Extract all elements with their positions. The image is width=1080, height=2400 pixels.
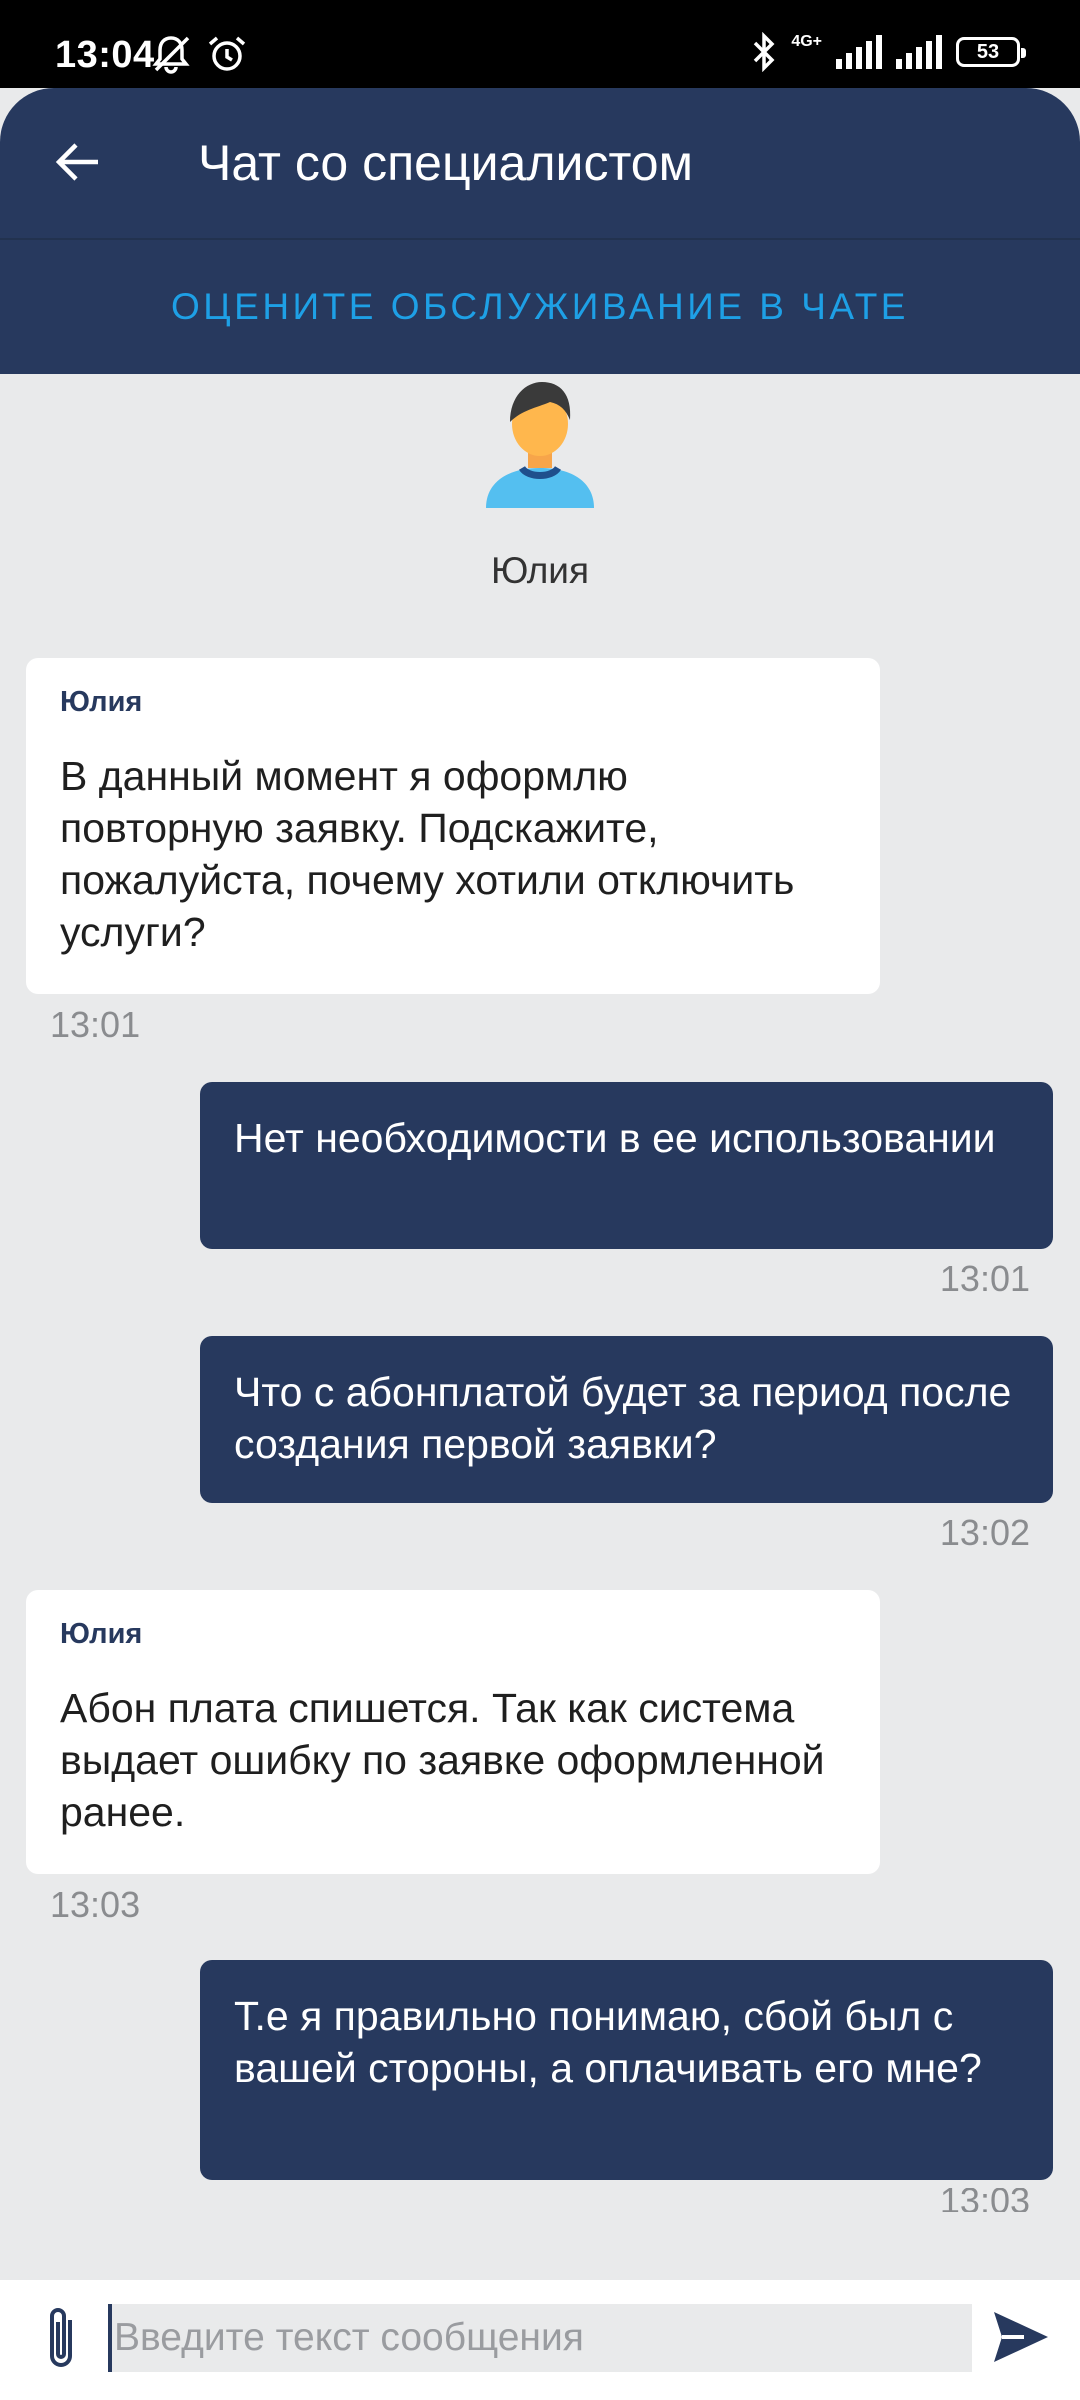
signal-icon — [896, 35, 942, 69]
person-avatar-icon — [486, 382, 594, 508]
message-time-clip: 13:03 — [940, 2188, 1030, 2212]
network-type: 4G+ — [791, 33, 822, 50]
message-time: 13:02 — [939, 1512, 1030, 1553]
status-bar: 13:04 4G+ 53 — [0, 0, 1080, 88]
message-time: 13:01 — [939, 1258, 1030, 1299]
app-bar: Чат со специалистом — [0, 88, 1080, 238]
status-time: 13:04 — [55, 34, 155, 76]
message-text: Что с абонплатой будет за период после с… — [234, 1369, 1012, 1467]
message-outgoing: Что с абонплатой будет за период после с… — [200, 1336, 1053, 1503]
send-icon[interactable] — [990, 2306, 1052, 2368]
notifications-off-icon — [152, 36, 190, 74]
agent-name: Юлия — [490, 550, 589, 591]
message-incoming: Юлия В данный момент я оформлю повторную… — [26, 658, 880, 994]
message-sender: Юлия — [60, 686, 143, 718]
message-input[interactable] — [108, 2304, 972, 2372]
message-sender: Юлия — [60, 1618, 143, 1650]
battery-icon: 53 — [956, 37, 1026, 67]
message-outgoing: Нет необходимости в ее использовании — [200, 1082, 1053, 1249]
message-text: Т.е я правильно понимаю, сбой был с ваше… — [234, 1993, 982, 2091]
message-time: 13:03 — [939, 2188, 1030, 2212]
message-text: В данный момент я оформлю повторную заяв… — [60, 753, 795, 955]
paperclip-icon[interactable] — [40, 2304, 84, 2374]
battery-level: 53 — [976, 40, 1000, 63]
message-time: 13:03 — [50, 1884, 141, 1925]
message-field[interactable] — [108, 2304, 972, 2372]
rate-service-link[interactable]: ОЦЕНИТЕ ОБСЛУЖИВАНИЕ В ЧАТЕ — [171, 286, 909, 328]
message-text: Нет необходимости в ее использовании — [234, 1115, 996, 1161]
page-title: Чат со специалистом — [198, 135, 693, 191]
rate-service-bar: ОЦЕНИТЕ ОБСЛУЖИВАНИЕ В ЧАТЕ — [0, 238, 1080, 374]
arrow-left-icon[interactable] — [52, 136, 104, 188]
message-outgoing: Т.е я правильно понимаю, сбой был с ваше… — [200, 1960, 1053, 2180]
message-composer — [0, 2280, 1080, 2400]
bluetooth-icon — [754, 32, 775, 72]
signal-icon — [836, 35, 882, 69]
message-incoming: Юлия Абон плата спишется. Так как систем… — [26, 1590, 880, 1874]
message-text: Абон плата спишется. Так как система выд… — [60, 1685, 825, 1835]
text-caret — [108, 2304, 112, 2372]
message-time: 13:01 — [50, 1004, 141, 1045]
alarm-icon — [208, 36, 246, 71]
chat-screen: Чат со специалистом ОЦЕНИТЕ ОБСЛУЖИВАНИЕ… — [0, 88, 1080, 2400]
